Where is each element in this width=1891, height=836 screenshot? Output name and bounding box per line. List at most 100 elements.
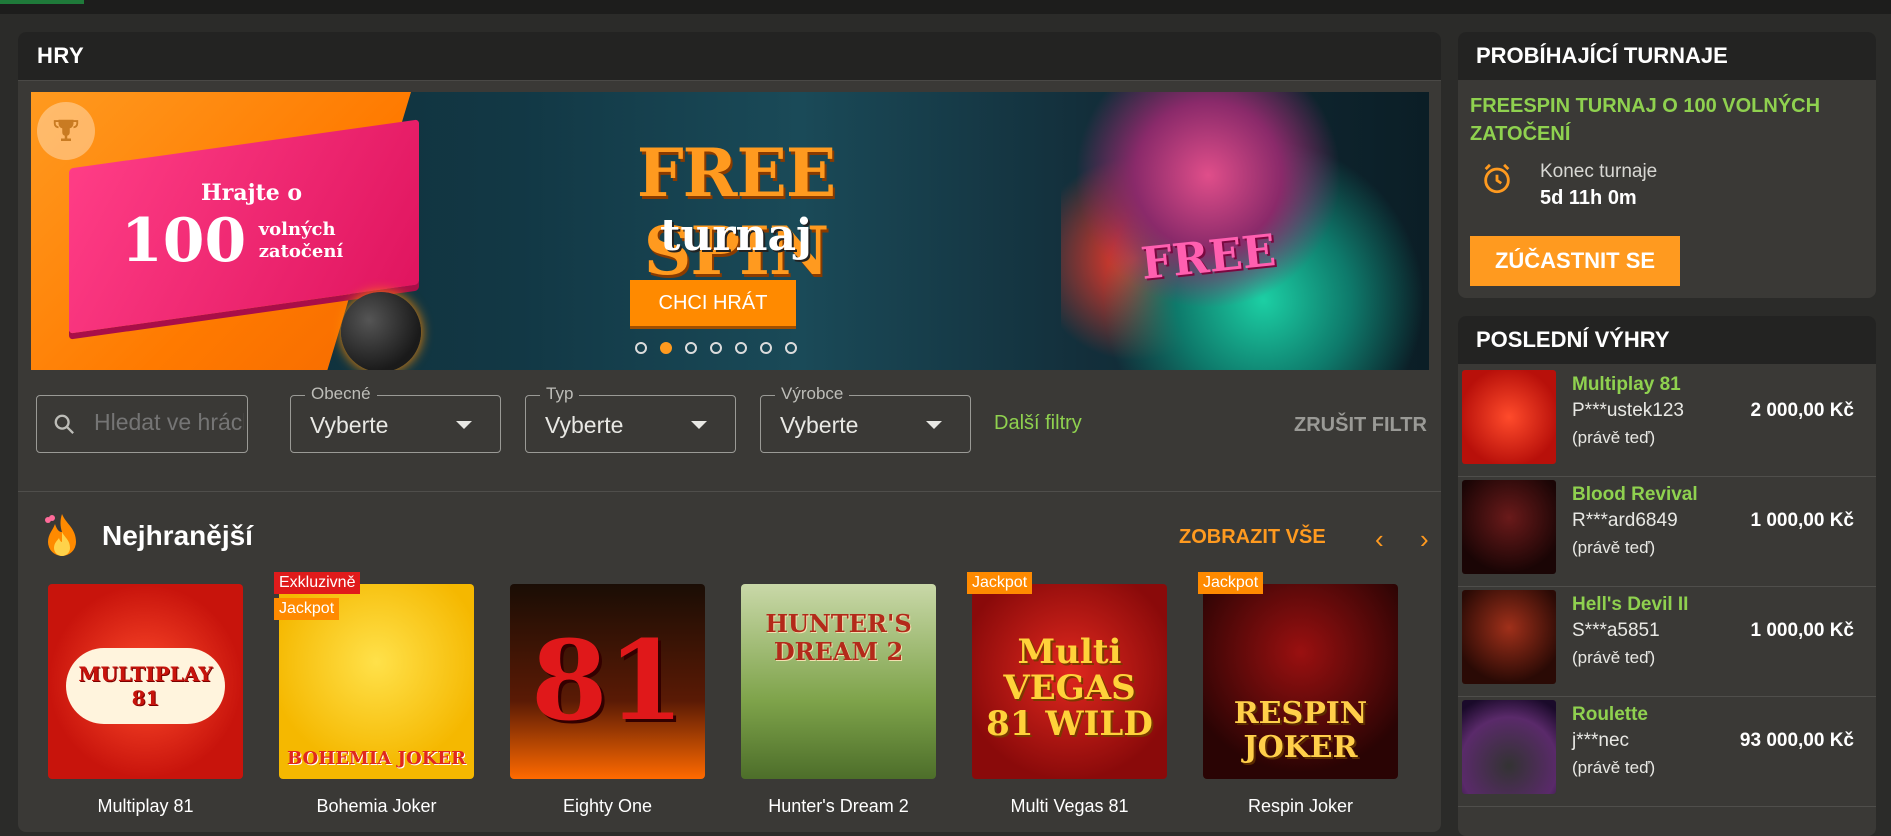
section-divider bbox=[18, 491, 1441, 492]
carousel-dot-active[interactable] bbox=[660, 342, 672, 354]
game-thumbnail[interactable]: MULTIPLAY 81 bbox=[48, 584, 243, 779]
general-select-value: Vyberte bbox=[310, 412, 389, 438]
win-user: R***ard6849 bbox=[1572, 510, 1678, 531]
search-input[interactable] bbox=[92, 408, 246, 437]
search-icon bbox=[54, 414, 74, 434]
latest-wins-panel: POSLEDNÍ VÝHRY Multiplay 81 P***ustek123… bbox=[1458, 316, 1876, 836]
clear-filter-button[interactable]: ZRUŠIT FILTR bbox=[1294, 414, 1427, 437]
game-card-respin-joker[interactable]: Jackpot RESPIN JOKER Respin Joker bbox=[1198, 572, 1398, 817]
ribbon-number: 100 bbox=[121, 206, 247, 276]
chevron-down-icon bbox=[456, 421, 472, 429]
game-thumbnail[interactable]: Multi VEGAS 81 WILD bbox=[972, 584, 1167, 779]
win-time: (právě teď) bbox=[1572, 648, 1656, 667]
trophy-icon[interactable] bbox=[37, 102, 95, 160]
alarm-clock-icon bbox=[1484, 163, 1510, 194]
vendor-select-value: Vyberte bbox=[780, 412, 859, 438]
fire-icon bbox=[45, 514, 76, 556]
chevron-right-icon[interactable]: › bbox=[1420, 524, 1429, 555]
game-art-text: MULTIPLAY 81 bbox=[66, 648, 225, 724]
carousel-dots bbox=[635, 342, 797, 354]
general-select[interactable]: Obecné Vyberte bbox=[290, 384, 501, 453]
game-card-multi-vegas-81[interactable]: Jackpot Multi VEGAS 81 WILD Multi Vegas … bbox=[967, 572, 1167, 817]
top-bar bbox=[0, 0, 1891, 14]
latest-wins-title: POSLEDNÍ VÝHRY bbox=[1458, 316, 1876, 364]
jackpot-badge: Jackpot bbox=[1198, 572, 1264, 594]
more-filters-link[interactable]: Další filtry bbox=[994, 412, 1082, 435]
carousel-dot[interactable] bbox=[710, 342, 722, 354]
tournaments-title: PROBÍHAJÍCÍ TURNAJE bbox=[1458, 32, 1876, 80]
win-amount: 1 000,00 Kč bbox=[1750, 620, 1854, 641]
chevron-down-icon bbox=[691, 421, 707, 429]
game-art-text: BOHEMIA JOKER bbox=[286, 748, 467, 769]
ribbon-small-1: volných bbox=[258, 219, 336, 240]
type-select-value: Vyberte bbox=[545, 412, 624, 438]
jackpot-badge: Jackpot bbox=[967, 572, 1033, 594]
type-select[interactable]: Typ Vyberte bbox=[525, 384, 736, 453]
exclusive-badge: Exkluzivně bbox=[274, 572, 361, 594]
game-name: Eighty One bbox=[562, 796, 653, 816]
win-amount: 1 000,00 Kč bbox=[1750, 510, 1854, 531]
carousel-dot[interactable] bbox=[785, 342, 797, 354]
tournaments-panel: PROBÍHAJÍCÍ TURNAJE FREESPIN TURNAJ O 10… bbox=[1458, 32, 1876, 298]
game-card-hunters-dream-2[interactable]: HUNTER'S DREAM 2 Hunter's Dream 2 bbox=[741, 584, 936, 817]
banner-subtitle: turnaj bbox=[660, 210, 812, 261]
win-amount: 93 000,00 Kč bbox=[1739, 730, 1854, 751]
game-name: Multiplay 81 bbox=[97, 796, 194, 816]
chevron-down-icon bbox=[926, 421, 942, 429]
search-box[interactable] bbox=[36, 395, 248, 453]
vendor-select-label: Výrobce bbox=[775, 384, 850, 404]
join-tournament-button[interactable]: ZÚČASTNIT SE bbox=[1470, 236, 1680, 286]
game-art-text: 81 bbox=[530, 616, 685, 745]
chevron-left-icon[interactable]: ‹ bbox=[1375, 524, 1384, 555]
game-card-bohemia-joker[interactable]: Exkluzivně Jackpot BOHEMIA JOKER Bohemia… bbox=[274, 572, 474, 817]
vendor-select[interactable]: Výrobce Vyberte bbox=[760, 384, 971, 453]
win-user: S***a5851 bbox=[1572, 620, 1660, 641]
tournament-end-label: Konec turnaje bbox=[1540, 161, 1658, 182]
carousel-dot[interactable] bbox=[635, 342, 647, 354]
general-select-label: Obecné bbox=[305, 384, 377, 404]
carousel-dot[interactable] bbox=[735, 342, 747, 354]
promo-banner[interactable]: Hrajte o 100 volných zatočení FREE SPIN … bbox=[31, 92, 1429, 370]
win-amount: 2 000,00 Kč bbox=[1750, 400, 1854, 421]
tournament-name[interactable]: FREESPIN TURNAJ O 100 VOLNÝCH ZATOČENÍ bbox=[1470, 92, 1860, 148]
win-game-name[interactable]: Roulette bbox=[1572, 704, 1648, 726]
banner-ribbon-text: Hrajte o 100 volných zatočení bbox=[121, 180, 391, 276]
show-all-link[interactable]: ZOBRAZIT VŠE bbox=[1179, 526, 1326, 549]
win-game-thumbnail[interactable] bbox=[1462, 590, 1556, 684]
win-time: (právě teď) bbox=[1572, 538, 1656, 557]
win-row[interactable]: Roulette j***nec (právě teď) 93 000,00 K… bbox=[1458, 696, 1876, 807]
jackpot-badge: Jackpot bbox=[274, 598, 340, 620]
game-art-text: Multi VEGAS 81 WILD bbox=[986, 632, 1153, 744]
carousel-dot[interactable] bbox=[685, 342, 697, 354]
games-panel: HRY Hrajte o 100 volných zatočení FREE S… bbox=[18, 32, 1441, 832]
win-row[interactable]: Multiplay 81 P***ustek123 (právě teď) 2 … bbox=[1458, 366, 1876, 477]
game-thumbnail[interactable]: RESPIN JOKER bbox=[1203, 584, 1398, 779]
tournament-end-value: 5d 11h 0m bbox=[1540, 187, 1637, 209]
play-now-button[interactable]: CHCI HRÁT bbox=[630, 280, 796, 326]
game-thumbnail[interactable]: HUNTER'S DREAM 2 bbox=[741, 584, 936, 779]
most-played-header: Nejhranější ZOBRAZIT VŠE ‹ › bbox=[42, 512, 1429, 562]
game-thumbnail[interactable]: 81 bbox=[510, 584, 705, 779]
game-art-text: HUNTER'S DREAM 2 bbox=[765, 609, 912, 666]
bomb-illustration bbox=[341, 292, 421, 370]
section-title: Nejhranější bbox=[102, 520, 253, 551]
win-game-name[interactable]: Multiplay 81 bbox=[1572, 374, 1681, 396]
filter-bar: Obecné Vyberte Typ Vyberte Výrobce Vyber… bbox=[36, 384, 1436, 457]
win-game-thumbnail[interactable] bbox=[1462, 370, 1556, 464]
win-game-thumbnail[interactable] bbox=[1462, 480, 1556, 574]
win-user: P***ustek123 bbox=[1572, 400, 1684, 421]
game-card-multiplay-81[interactable]: MULTIPLAY 81 Multiplay 81 bbox=[48, 584, 243, 817]
games-panel-title: HRY bbox=[18, 32, 1441, 81]
carousel-dot[interactable] bbox=[760, 342, 772, 354]
win-game-thumbnail[interactable] bbox=[1462, 700, 1556, 794]
win-row[interactable]: Blood Revival R***ard6849 (právě teď) 1 … bbox=[1458, 476, 1876, 587]
type-select-label: Typ bbox=[540, 384, 580, 404]
win-row[interactable]: Hell's Devil II S***a5851 (právě teď) 1 … bbox=[1458, 586, 1876, 697]
game-name: Respin Joker bbox=[1247, 796, 1354, 816]
game-card-eighty-one[interactable]: 81 Eighty One bbox=[510, 584, 705, 817]
ribbon-small-text: volných zatočení bbox=[259, 219, 344, 263]
game-name: Hunter's Dream 2 bbox=[768, 796, 909, 816]
win-time: (právě teď) bbox=[1572, 428, 1656, 447]
win-game-name[interactable]: Blood Revival bbox=[1572, 484, 1698, 506]
win-game-name[interactable]: Hell's Devil II bbox=[1572, 594, 1688, 616]
